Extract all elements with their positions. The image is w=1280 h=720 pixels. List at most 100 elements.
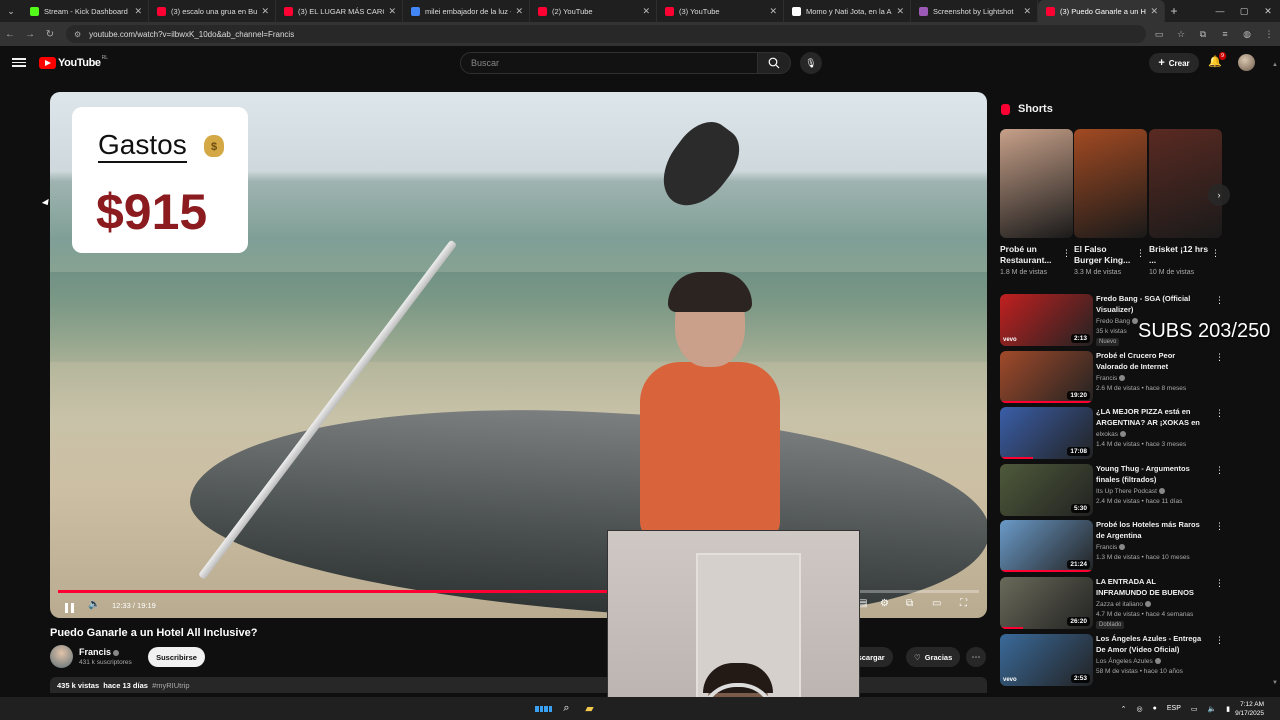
tab-close-icon[interactable]: ✕ <box>261 6 269 17</box>
more-actions-button[interactable]: ⋯ <box>966 647 986 667</box>
file-explorer-icon[interactable]: ▰ <box>581 700 598 717</box>
recommended-more-icon[interactable]: ⋮ <box>1215 521 1224 532</box>
reload-icon[interactable]: ↻ <box>40 29 60 40</box>
browser-tab[interactable]: (2) YouTube ✕ <box>530 0 657 22</box>
recommended-channel[interactable]: Los Ángeles Azules <box>1096 658 1161 665</box>
recommended-video[interactable]: 26:20 LA ENTRADA AL INFRAMUNDO DE BUENOS … <box>1000 577 1230 631</box>
recommended-channel[interactable]: Fredo Bang <box>1096 318 1138 325</box>
miniplayer-icon[interactable]: ⧉ <box>906 598 913 609</box>
voice-search-button[interactable]: 🎙 <box>800 52 822 74</box>
browser-tab[interactable]: (3) YouTube ✕ <box>657 0 784 22</box>
tab-close-icon[interactable]: ✕ <box>515 6 523 17</box>
cast-icon[interactable]: ▭ <box>1148 29 1170 40</box>
short-thumbnail[interactable] <box>1074 129 1147 238</box>
short-more-icon[interactable]: ⋮ <box>1136 248 1145 259</box>
new-tab-button[interactable]: + <box>1165 4 1183 18</box>
scroll-up-icon[interactable]: ▲ <box>1272 62 1278 68</box>
network-icon[interactable]: ▭ <box>1191 705 1198 713</box>
tab-close-icon[interactable]: ✕ <box>1150 6 1158 17</box>
recommended-thumbnail[interactable]: 21:24 <box>1000 520 1093 572</box>
search-button[interactable] <box>757 52 791 74</box>
battery-icon[interactable]: ▮ <box>1226 705 1230 713</box>
recommended-more-icon[interactable]: ⋮ <box>1215 295 1224 306</box>
pause-button[interactable] <box>65 600 77 613</box>
recommended-video[interactable]: 21:24 Probé los Hoteles más Raros de Arge… <box>1000 520 1230 574</box>
browser-tab[interactable]: (3) escalo una grua en Buenos✕ <box>149 0 276 22</box>
recommended-video[interactable]: 5:30 Young Thug - Argumentos finales (fil… <box>1000 464 1230 518</box>
recommended-thumbnail[interactable]: 5:30 <box>1000 464 1093 516</box>
back-icon[interactable]: ← <box>0 29 20 40</box>
reading-list-icon[interactable]: ≡ <box>1214 29 1236 39</box>
recommended-channel[interactable]: elxokas <box>1096 431 1127 438</box>
theater-mode-icon[interactable]: ▭ <box>932 598 941 609</box>
recommended-channel[interactable]: Francis <box>1096 375 1126 382</box>
recommended-thumbnail[interactable]: 17:08 <box>1000 407 1093 459</box>
tray-chevron-icon[interactable]: ⌃ <box>1121 705 1127 713</box>
short-more-icon[interactable]: ⋮ <box>1211 248 1220 259</box>
search-input[interactable]: Buscar <box>460 52 758 74</box>
language-indicator[interactable]: ESP <box>1167 705 1181 712</box>
browser-tab[interactable]: Screenshot by Lightshot ✕ <box>911 0 1038 22</box>
hamburger-menu-icon[interactable] <box>12 56 26 70</box>
taskbar-clock[interactable]: 7:12 AM 9/17/2025 <box>1235 700 1264 718</box>
start-button[interactable] <box>535 700 552 717</box>
tab-close-icon[interactable]: ✕ <box>896 6 904 17</box>
bookmark-star-icon[interactable]: ☆ <box>1170 29 1192 40</box>
scroll-down-icon[interactable]: ▼ <box>1272 680 1278 686</box>
browser-tab[interactable]: (3) Puedo Ganarle a un H ✕ <box>1038 0 1165 22</box>
taskbar-search-icon[interactable]: ⌕ <box>558 700 575 717</box>
notifications-button[interactable]: 🔔 9 <box>1207 52 1226 71</box>
recommended-more-icon[interactable]: ⋮ <box>1215 352 1224 363</box>
recommended-more-icon[interactable]: ⋮ <box>1215 578 1224 589</box>
recommended-channel[interactable]: Francis <box>1096 544 1126 551</box>
tab-close-icon[interactable]: ✕ <box>1023 6 1031 17</box>
browser-tab[interactable]: Stream - Kick Dashboard ✕ <box>22 0 149 22</box>
short-thumbnail[interactable] <box>1149 129 1222 238</box>
hashtag-link[interactable]: #myRIUtrip <box>152 681 190 690</box>
recommended-thumbnail[interactable]: 2:53 vevo <box>1000 634 1093 686</box>
forward-icon[interactable]: → <box>20 29 40 40</box>
recommended-video[interactable]: 2:53 vevo Los Ángeles Azules - Entrega De … <box>1000 634 1230 688</box>
browser-tab[interactable]: milei embajador de la luz - Bu ✕ <box>403 0 530 22</box>
browser-tab[interactable]: Momo y Nati Jota, en la Antá ✕ <box>784 0 911 22</box>
thanks-button[interactable]: ♡ Gracias <box>906 647 961 667</box>
recommended-channel[interactable]: Zazza el italiano <box>1096 601 1151 608</box>
address-bar[interactable]: ⚙ youtube.com/watch?v=ilbwxK_10do&ab_cha… <box>66 25 1146 43</box>
extensions-icon[interactable]: ⧉ <box>1192 29 1214 40</box>
browser-menu-icon[interactable]: ⋮ <box>1258 29 1280 40</box>
speaker-icon[interactable]: 🔈 <box>1208 705 1217 713</box>
recommended-video[interactable]: 19:20 Probé el Crucero Peor Valorado de I… <box>1000 351 1230 405</box>
short-more-icon[interactable]: ⋮ <box>1062 248 1071 259</box>
channel-name[interactable]: Francis <box>79 647 120 657</box>
page-scrollbar[interactable]: ▲ ▼ <box>1272 62 1278 688</box>
tab-close-icon[interactable]: ✕ <box>769 6 777 17</box>
short-card[interactable]: Probé un Restaurant... 1.8 M de vistas ⋮ <box>1000 129 1073 276</box>
recommended-more-icon[interactable]: ⋮ <box>1215 635 1224 646</box>
settings-gear-icon[interactable]: ⚙ <box>880 598 889 609</box>
short-thumbnail[interactable] <box>1000 129 1073 238</box>
channel-avatar[interactable] <box>50 645 73 668</box>
browser-tab[interactable]: (3) EL LUGAR MÁS CARO DE ✕ <box>276 0 403 22</box>
profile-icon[interactable]: ◍ <box>1236 29 1258 40</box>
recommended-thumbnail[interactable]: 2:13 vevo <box>1000 294 1093 346</box>
account-avatar[interactable] <box>1238 54 1255 71</box>
tray-app2-icon[interactable]: ● <box>1153 705 1157 712</box>
fullscreen-icon[interactable]: ⛶ <box>960 598 967 609</box>
maximize-icon[interactable]: ▢ <box>1232 0 1256 22</box>
recommended-thumbnail[interactable]: 26:20 <box>1000 577 1093 629</box>
tab-close-icon[interactable]: ✕ <box>642 6 650 17</box>
recommended-video[interactable]: 17:08 ¿LA MEJOR PIZZA está en ARGENTINA? … <box>1000 407 1230 461</box>
create-button[interactable]: + Crear <box>1149 53 1199 73</box>
recommended-channel[interactable]: Its Up There Podcast <box>1096 488 1165 495</box>
subscribe-button[interactable]: Suscribirse <box>148 647 205 667</box>
recommended-more-icon[interactable]: ⋮ <box>1215 465 1224 476</box>
recommended-more-icon[interactable]: ⋮ <box>1215 408 1224 419</box>
short-card[interactable]: El Falso Burger King... 3.3 M de vistas ⋮ <box>1074 129 1147 276</box>
volume-icon[interactable]: 🔈 <box>88 599 100 610</box>
shorts-next-button[interactable]: › <box>1208 184 1230 206</box>
tray-app-icon[interactable]: ◎ <box>1137 705 1143 713</box>
tab-close-icon[interactable]: ✕ <box>388 6 396 17</box>
close-window-icon[interactable]: ✕ <box>1256 0 1280 22</box>
minimize-icon[interactable]: — <box>1208 0 1232 22</box>
recommended-thumbnail[interactable]: 19:20 <box>1000 351 1093 403</box>
